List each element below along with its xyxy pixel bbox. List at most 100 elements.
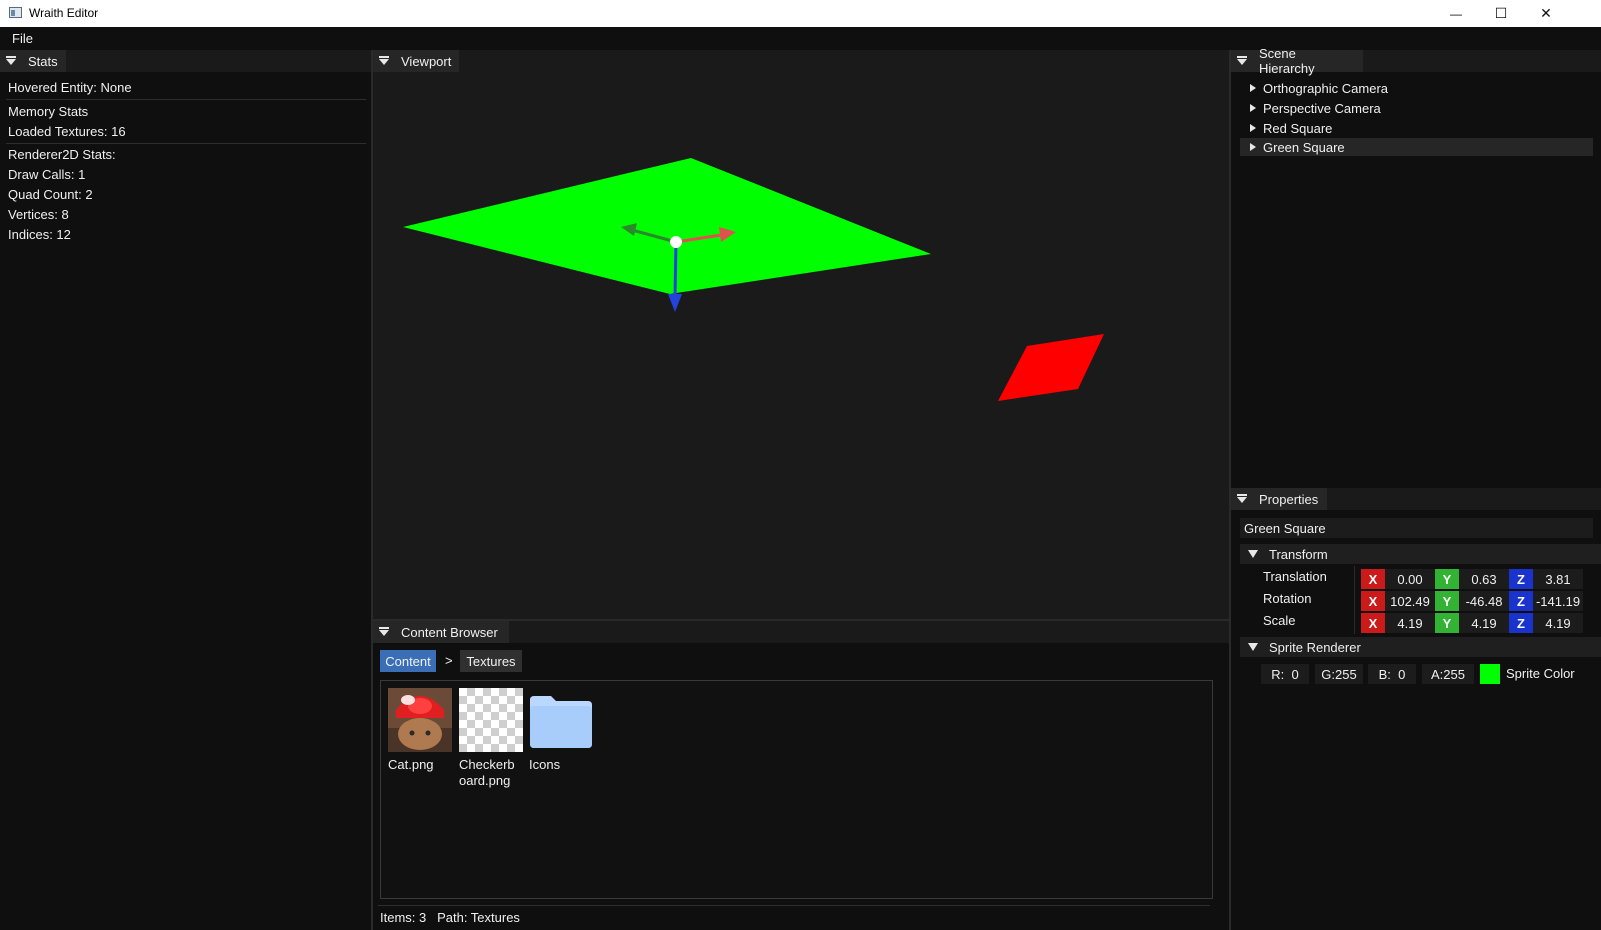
expand-arrow-icon[interactable] [1250,84,1256,92]
hierarchy-item-label: Perspective Camera [1263,101,1381,116]
transform-header[interactable]: Transform [1240,544,1601,564]
breadcrumb-content-label: Content [385,653,431,669]
content-item-cat[interactable]: Cat.png [388,688,452,788]
maximize-button[interactable]: ☐ [1478,0,1524,27]
sprite-color-row: R: 0 G:255 B: 0 A:255 Sprite Color [1231,664,1601,684]
rotation-x-field[interactable]: 102.49 [1385,591,1435,611]
rotation-label: Rotation [1263,591,1312,606]
content-item-label-line1: Checkerb [459,757,515,772]
red-square[interactable] [998,334,1104,401]
scale-label: Scale [1263,613,1296,628]
scale-x-button[interactable]: X [1361,613,1385,633]
scale-z-button[interactable]: Z [1509,613,1533,633]
collapse-icon[interactable] [1237,494,1247,503]
expand-arrow-icon[interactable] [1250,143,1256,151]
tab-properties-label: Properties [1259,491,1319,507]
viewport-canvas[interactable] [373,72,1229,619]
vertices-text: Vertices: 8 [8,207,69,222]
breadcrumb-textures-label: Textures [466,653,516,669]
menu-bar: File [0,27,1601,49]
memory-stats-title: Memory Stats [8,104,89,119]
divider [6,99,366,100]
divider [6,143,366,144]
translation-z-button[interactable]: Z [1509,569,1533,589]
tab-content-browser[interactable]: Content Browser [373,621,509,643]
scale-y-field[interactable]: 4.19 [1459,613,1509,633]
loaded-textures-text: Loaded Textures: 16 [8,124,126,139]
content-item-label: Cat.png [388,757,434,772]
rotation-y-button[interactable]: Y [1435,591,1459,611]
tab-stats-label: Stats [28,53,58,69]
collapse-icon[interactable] [1237,56,1247,65]
breadcrumb-separator: > [445,653,453,668]
hierarchy-item-green-square[interactable]: Green Square [1240,138,1593,156]
hierarchy-item-label: Green Square [1263,140,1345,155]
maximize-icon: ☐ [1494,5,1508,21]
minimize-button[interactable]: — [1433,0,1479,27]
translation-x-field[interactable]: 0.00 [1385,569,1435,589]
rotation-x-button[interactable]: X [1361,591,1385,611]
hierarchy-item-red-square[interactable]: Red Square [1240,118,1593,138]
breadcrumb-textures-button[interactable]: Textures [460,650,522,672]
properties-header: Properties [1231,488,1601,510]
expand-arrow-icon[interactable] [1250,124,1256,132]
rotation-z-button[interactable]: Z [1509,591,1533,611]
tab-properties[interactable]: Properties [1231,488,1327,510]
color-swatch[interactable] [1480,664,1500,684]
content-item-label: Checkerb oard.png [459,757,515,789]
sprite-renderer-header-label: Sprite Renderer [1269,640,1361,655]
rotation-z-field[interactable]: -141.19 [1533,591,1583,611]
rotation-row: Rotation X 102.49 Y -46.48 Z -141.19 [1231,591,1601,611]
draw-calls-text: Draw Calls: 1 [8,167,86,182]
hierarchy-item-orthographic-camera[interactable]: Orthographic Camera [1240,78,1593,98]
tab-content-browser-label: Content Browser [401,624,498,640]
entity-name-field[interactable]: Green Square [1240,518,1593,538]
tab-scene-hierarchy[interactable]: Scene Hierarchy [1231,46,1363,76]
content-browser-header: Content Browser [373,621,1229,643]
title-bar: Wraith Editor — ☐ ✕ [0,0,1601,27]
green-square[interactable] [403,158,931,294]
properties-panel: Properties Green Square Transform Transl… [1231,488,1601,930]
hierarchy-item-perspective-camera[interactable]: Perspective Camera [1240,98,1593,118]
collapse-icon[interactable] [6,56,16,65]
viewport-panel-header: Viewport [373,50,1229,72]
translation-x-button[interactable]: X [1361,569,1385,589]
content-browser-panel: Content Browser Content > Textures Cat.p… [373,621,1229,930]
expand-arrow-icon[interactable] [1250,104,1256,112]
scale-z-field[interactable]: 4.19 [1533,613,1583,633]
transform-header-label: Transform [1269,547,1328,562]
rotation-y-field[interactable]: -46.48 [1459,591,1509,611]
content-item-label: Icons [529,757,561,772]
gizmo-center[interactable] [670,236,682,248]
scale-x-field[interactable]: 4.19 [1385,613,1435,633]
tab-stats[interactable]: Stats [0,50,66,72]
color-r-field[interactable]: R: 0 [1261,664,1309,684]
content-item-label-line2: oard.png [459,773,511,788]
collapse-icon[interactable] [379,627,389,636]
content-browser-status: Items: 3 Path: Textures [380,910,520,925]
gizmo-z-arrow[interactable] [668,294,682,312]
app-icon [9,7,22,18]
translation-y-field[interactable]: 0.63 [1459,569,1509,589]
breadcrumb-content-button[interactable]: Content [380,650,436,672]
translation-z-field[interactable]: 3.81 [1533,569,1583,589]
scale-y-button[interactable]: Y [1435,613,1459,633]
translation-label: Translation [1263,569,1327,584]
color-a-field[interactable]: A:255 [1422,664,1474,684]
close-button[interactable]: ✕ [1523,0,1569,27]
color-b-field[interactable]: B: 0 [1368,664,1416,684]
collapse-icon[interactable] [379,56,389,65]
menu-file[interactable]: File [12,31,33,46]
content-item-icons-folder[interactable]: Icons [529,688,593,788]
color-g-field[interactable]: G:255 [1315,664,1363,684]
window-title: Wraith Editor [29,6,99,20]
content-item-checkerboard[interactable]: Checkerb oard.png [459,688,523,788]
sprite-renderer-header[interactable]: Sprite Renderer [1240,637,1601,657]
collapse-arrow-icon[interactable] [1248,550,1258,558]
translation-y-button[interactable]: Y [1435,569,1459,589]
gizmo-z-axis[interactable] [673,241,678,298]
scene-hierarchy-panel: Scene Hierarchy Orthographic Camera Pers… [1231,46,1601,490]
tab-viewport[interactable]: Viewport [373,50,459,72]
collapse-arrow-icon[interactable] [1248,643,1258,651]
translation-row: Translation X 0.00 Y 0.63 Z 3.81 [1231,566,1601,634]
